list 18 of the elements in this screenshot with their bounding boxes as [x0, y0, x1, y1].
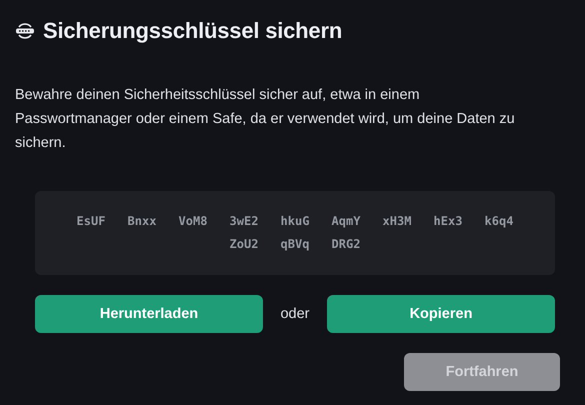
key-group: Bnxx: [127, 211, 157, 232]
key-group: DRG2: [331, 234, 361, 254]
copy-button[interactable]: Kopieren: [327, 295, 555, 334]
key-group: xH3M: [382, 211, 412, 232]
key-group: ZoU2: [229, 234, 259, 254]
separator-text: oder: [279, 304, 311, 324]
key-group: hkuG: [280, 211, 310, 232]
dialog-title: Sicherungsschlüssel sichern: [43, 18, 342, 44]
key-sync-icon: [15, 21, 35, 42]
key-group: k6q4: [484, 211, 514, 232]
key-group: VoM8: [178, 211, 208, 232]
key-group: qBVq: [280, 234, 310, 254]
description-text: Bewahre deinen Sicherheitsschlüssel sicher auf, etwa in einem Passwortmanager oder einem Safe, da er verwendet wird, um deine Daten zu sichern.: [15, 86, 515, 154]
download-button[interactable]: Herunterladen: [35, 295, 263, 334]
key-group: hEx3: [433, 211, 463, 232]
key-group: 3wE2: [229, 211, 259, 232]
key-group: AqmY: [331, 211, 361, 232]
key-group: EsUF: [76, 211, 106, 232]
